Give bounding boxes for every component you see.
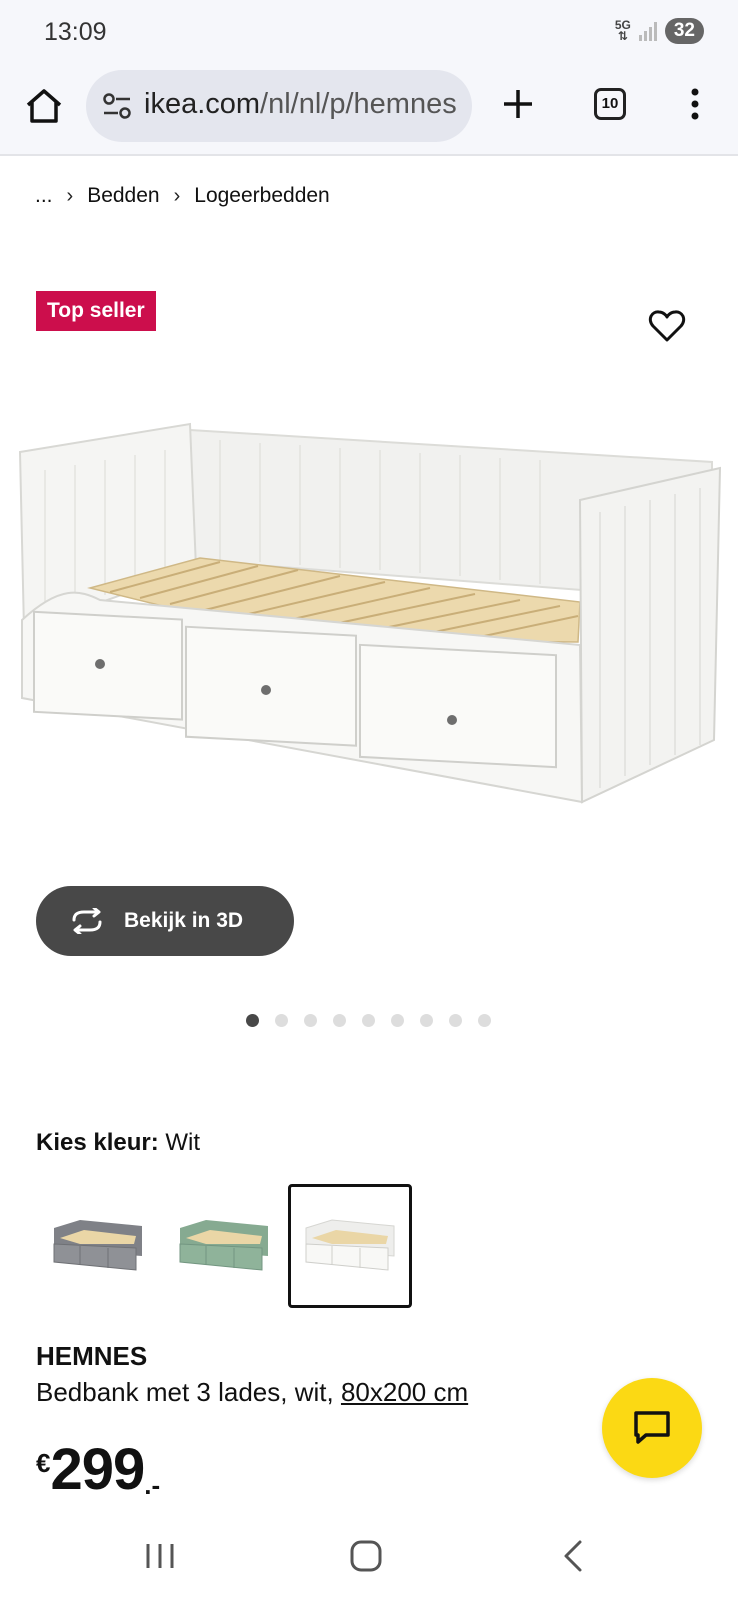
view-in-3d-button[interactable]: Bekijk in 3D (36, 886, 294, 956)
price-currency: € (36, 1448, 51, 1478)
url-text[interactable]: ikea.com/nl/nl/p/hemnes (144, 88, 457, 121)
daybed-thumbnail-white (305, 1219, 395, 1271)
carousel-dot[interactable] (333, 1014, 346, 1027)
home-nav-icon[interactable] (346, 1538, 386, 1574)
status-time: 13:09 (44, 18, 107, 46)
tab-switcher-button[interactable]: 10 (594, 88, 626, 120)
carousel-dot[interactable] (246, 1014, 259, 1027)
heart-icon[interactable] (648, 308, 686, 344)
daybed-thumbnail-grey (53, 1220, 142, 1271)
system-navigation-bar (0, 1512, 738, 1600)
price-suffix: .- (144, 1470, 161, 1500)
site-settings-icon[interactable] (102, 92, 132, 120)
color-swatches (36, 1184, 412, 1308)
breadcrumb-item-bedden[interactable]: Bedden (87, 184, 159, 208)
top-seller-badge: Top seller (36, 291, 156, 331)
product-size-link[interactable]: 80x200 cm (341, 1377, 468, 1407)
status-bar: 13:09 5G ⇅ 32 (0, 0, 738, 64)
carousel-dot[interactable] (391, 1014, 404, 1027)
network-label: 5G (614, 18, 631, 32)
color-label: Kies kleur: Wit (36, 1129, 200, 1157)
color-swatch-white[interactable] (288, 1184, 412, 1308)
product-image[interactable] (0, 410, 738, 830)
chat-button[interactable] (602, 1378, 702, 1478)
carousel-dot[interactable] (420, 1014, 433, 1027)
daybed-thumbnail-green (179, 1220, 268, 1271)
breadcrumb-item-logeerbedden[interactable]: Logeerbedden (194, 184, 329, 208)
product-description: Bedbank met 3 lades, wit, 80x200 cm (36, 1377, 468, 1408)
chat-icon (634, 1411, 670, 1444)
breadcrumb: ... › Bedden › Logeerbedden (35, 184, 330, 208)
url-path: /nl/nl/p/hemnes (260, 88, 457, 120)
color-swatch-green[interactable] (162, 1184, 286, 1308)
carousel-dot[interactable] (275, 1014, 288, 1027)
more-options-icon[interactable] (680, 84, 710, 124)
color-swatch-grey[interactable] (36, 1184, 160, 1308)
signal-icon (638, 21, 657, 41)
carousel-dot[interactable] (449, 1014, 462, 1027)
chevron-right-icon: › (66, 184, 74, 207)
new-tab-plus-icon[interactable] (498, 84, 538, 124)
color-label-title: Kies kleur: (36, 1129, 159, 1156)
browser-toolbar: ikea.com/nl/nl/p/hemnes 10 (0, 64, 738, 156)
back-icon[interactable] (556, 1538, 596, 1574)
url-domain: ikea.com (144, 88, 261, 120)
product-name: HEMNES (36, 1341, 148, 1371)
rotate-3d-icon (72, 908, 102, 934)
carousel-dot[interactable] (362, 1014, 375, 1027)
carousel-dot[interactable] (478, 1014, 491, 1027)
carousel-dot[interactable] (304, 1014, 317, 1027)
chevron-right-icon: › (173, 184, 181, 207)
home-icon[interactable] (22, 84, 66, 128)
price-amount: 299 (50, 1437, 145, 1502)
carousel-indicator (246, 1014, 491, 1027)
breadcrumb-ellipsis[interactable]: ... (35, 184, 53, 208)
view-in-3d-label: Bekijk in 3D (124, 909, 244, 932)
color-value: Wit (165, 1129, 201, 1156)
status-icons: 5G ⇅ 32 (615, 18, 704, 44)
recent-apps-icon[interactable] (140, 1538, 180, 1574)
address-bar[interactable]: ikea.com/nl/nl/p/hemnes (86, 70, 472, 142)
product-description-text: Bedbank met 3 lades, wit, (36, 1377, 341, 1407)
battery-indicator: 32 (664, 18, 704, 44)
network-5g-icon: 5G ⇅ (614, 18, 631, 43)
product-price: € 299 .- (36, 1440, 160, 1501)
